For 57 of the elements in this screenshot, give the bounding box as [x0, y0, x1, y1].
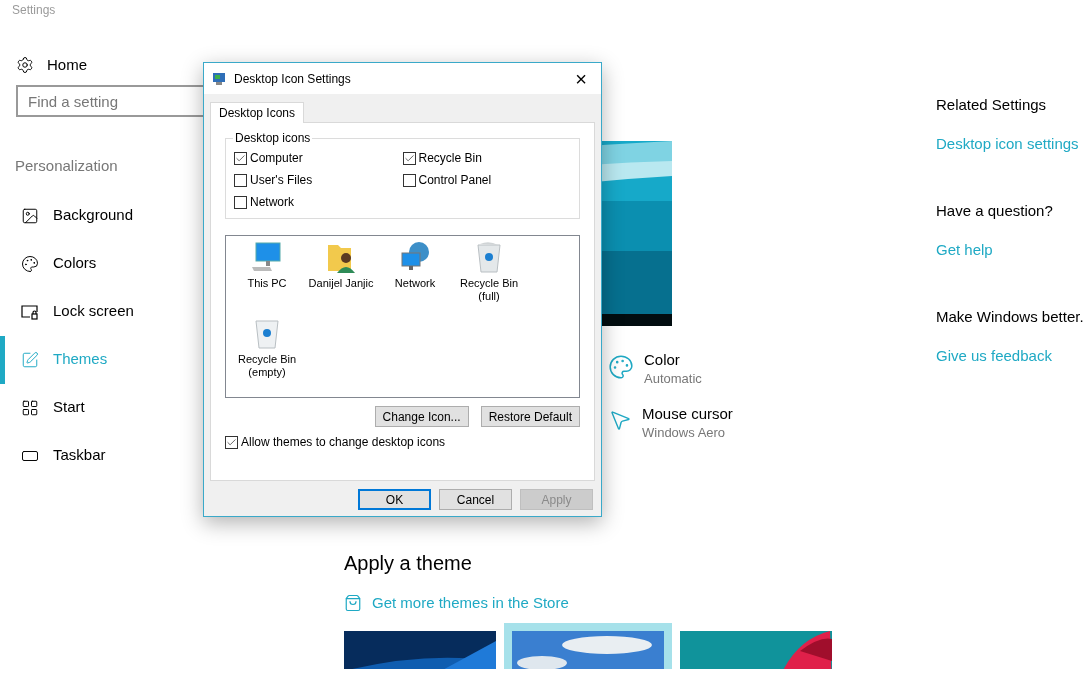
setting-value: Windows Aero: [642, 424, 727, 442]
checkbox-label: Recycle Bin: [418, 150, 482, 167]
icon-label: Danijel Janjic: [307, 277, 375, 290]
lock-screen-icon: [21, 303, 39, 320]
related-heading: Make Windows better.: [936, 307, 1084, 327]
checkbox[interactable]: [234, 173, 247, 187]
checkbox[interactable]: [225, 435, 238, 449]
palette-icon: [21, 254, 39, 273]
home-nav-item[interactable]: Home: [0, 53, 87, 77]
desktop-icon: [212, 71, 226, 86]
checkbox[interactable]: [234, 195, 247, 209]
related-heading: Related Settings: [936, 95, 1048, 115]
theme-setting[interactable]: Mouse cursor Windows Aero: [608, 404, 936, 442]
icon-label: Recycle Bin (empty): [236, 353, 298, 379]
icon-label: Recycle Bin (full): [458, 277, 520, 303]
setting-value: Automatic: [644, 370, 702, 388]
store-icon: [344, 594, 362, 613]
checkbox-label: Control Panel: [418, 172, 492, 189]
checkbox-label: Network: [250, 194, 294, 211]
palette-icon: [608, 354, 634, 380]
setting-label: Color: [644, 350, 681, 370]
dialog-button[interactable]: OK: [358, 489, 431, 510]
recycle-bin-icon: [475, 241, 503, 273]
desktop-icon-item[interactable]: This PC: [230, 240, 304, 316]
dialog-button[interactable]: Cancel: [439, 489, 512, 510]
checkbox-label: User's Files: [250, 172, 313, 189]
computer-icon: [250, 241, 284, 273]
icon-label: This PC: [246, 277, 288, 290]
dialog-title: Desktop Icon Settings: [234, 70, 351, 88]
desktop-icon-item[interactable]: Danijel Janjic: [304, 240, 378, 316]
desktop-icon-item[interactable]: Network: [378, 240, 452, 316]
group-legend: Desktop icons: [233, 131, 313, 145]
image-icon: [21, 206, 39, 225]
cursor-icon: [608, 408, 632, 432]
network-icon: [399, 241, 431, 273]
recycle-bin-icon: [253, 317, 281, 349]
checkbox[interactable]: [402, 173, 416, 187]
desktop-icon-item[interactable]: Recycle Bin (full): [452, 240, 526, 316]
pen-icon: [21, 350, 39, 369]
setting-label: Mouse cursor: [642, 404, 733, 424]
related-heading: Have a question?: [936, 201, 1054, 221]
checkbox[interactable]: [234, 151, 247, 165]
checkbox[interactable]: [402, 151, 416, 165]
icon-label: Network: [393, 277, 437, 290]
checkbox-label: Computer: [250, 150, 303, 167]
section-label: Personalization: [14, 156, 118, 176]
theme-setting[interactable]: Color Automatic: [608, 350, 936, 388]
dialog-button[interactable]: Change Icon...: [374, 406, 469, 427]
app-title: Settings: [11, 2, 56, 19]
settings-icon: [16, 56, 34, 74]
checkbox-label: Allow themes to change desktop icons: [241, 434, 446, 451]
tab[interactable]: Desktop Icons: [210, 102, 305, 123]
section-heading: Apply a theme: [344, 551, 472, 576]
close-button[interactable]: ×: [569, 66, 593, 91]
dialog-button[interactable]: Restore Default: [480, 406, 580, 427]
grid-icon: [21, 398, 39, 417]
theme-thumbnail[interactable]: [504, 622, 672, 669]
